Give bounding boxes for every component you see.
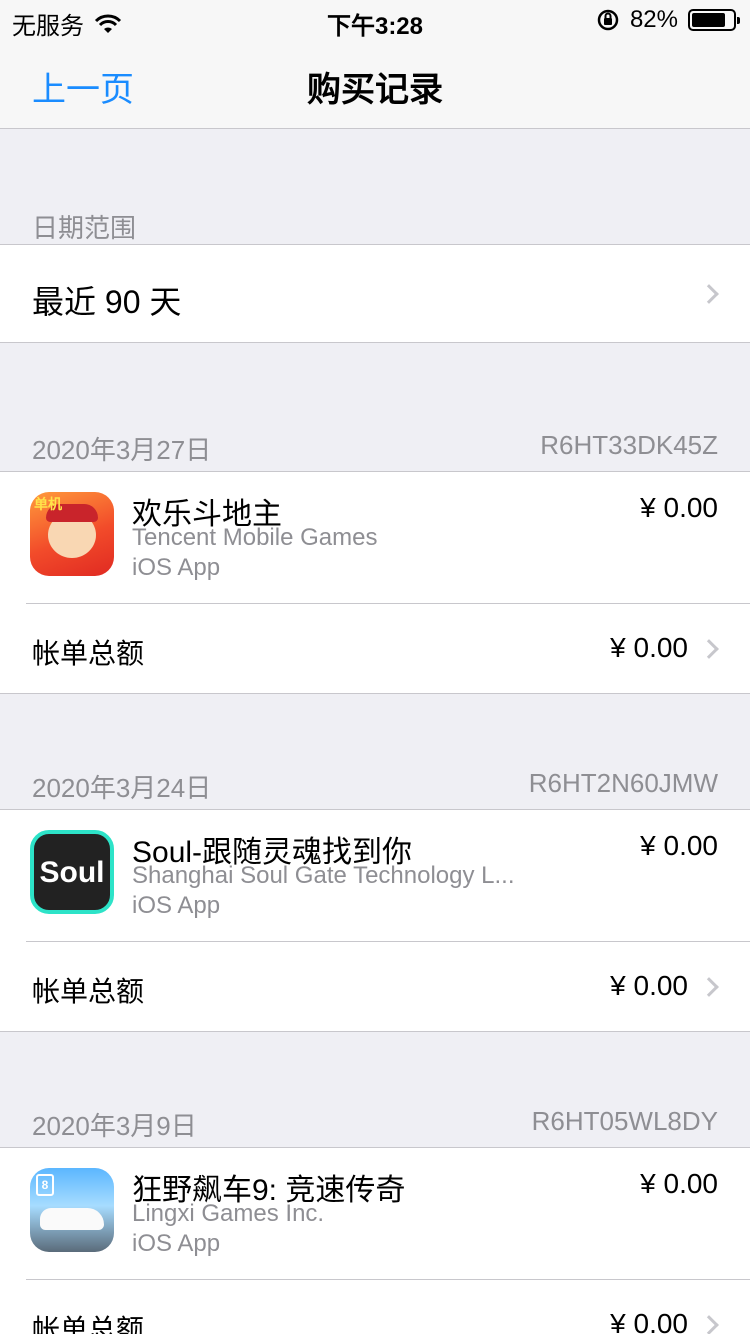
app-kind: iOS App [132, 554, 221, 581]
chevron-right-icon [699, 639, 719, 659]
order-id: R6HT05WL8DY [531, 1106, 718, 1136]
chevron-right-icon [699, 284, 719, 304]
purchase-date-header: 2020年3月24日 R6HT2N60JMW [0, 768, 750, 808]
bill-total-value: ¥ 0.00 [610, 970, 688, 1001]
app-kind: iOS App [132, 892, 221, 919]
bill-total-label: 帐单总额 [32, 638, 145, 669]
bill-total-label: 帐单总额 [32, 1314, 145, 1334]
page-title: 购买记录 [307, 71, 443, 109]
battery-fill [692, 13, 725, 27]
bill-total-label: 帐单总额 [32, 976, 145, 1007]
car-icon [40, 1208, 104, 1230]
date-range-header-label: 日期范围 [32, 213, 137, 243]
purchase-date: 2020年3月9日 [32, 1111, 197, 1141]
purchase-date: 2020年3月27日 [32, 435, 212, 465]
app-icon-tag: 单机 [34, 496, 62, 512]
bill-total-value: ¥ 0.00 [610, 632, 688, 663]
purchase-app-row[interactable]: 8 狂野飙车9: 竞速传奇 Lingxi Games Inc. iOS App … [0, 1148, 750, 1279]
app-kind: iOS App [132, 1230, 221, 1257]
bill-total-value: ¥ 0.00 [610, 1308, 688, 1334]
purchase-date: 2020年3月24日 [32, 773, 212, 803]
battery-percent: 82% [629, 6, 678, 33]
bill-total-row[interactable]: 帐单总额 ¥ 0.00 [0, 1280, 750, 1334]
date-range-header: 日期范围 [0, 208, 750, 248]
app-price: ¥ 0.00 [640, 492, 718, 523]
app-developer: Lingxi Games Inc. [132, 1200, 325, 1227]
navigation-bar: 上一页 购买记录 [0, 40, 750, 129]
status-bar: 无服务 下午3:28 82% [0, 0, 750, 40]
bill-total-row[interactable]: 帐单总额 ¥ 0.00 [0, 604, 750, 693]
chevron-right-icon [699, 977, 719, 997]
purchase-card: Soul Soul-跟随灵魂找到你 Shanghai Soul Gate Tec… [0, 809, 750, 1032]
soul-app-icon: Soul [30, 830, 114, 914]
app-developer: Shanghai Soul Gate Technology L... [132, 862, 515, 889]
date-range-cell[interactable]: 最近 90 天 [0, 244, 750, 343]
battery-icon [688, 9, 740, 31]
app-developer: Tencent Mobile Games [132, 524, 378, 551]
app-price: ¥ 0.00 [640, 1168, 718, 1199]
app-price: ¥ 0.00 [640, 830, 718, 861]
purchase-app-row[interactable]: 单机 欢乐斗地主 Tencent Mobile Games iOS App ¥ … [0, 472, 750, 603]
purchase-app-row[interactable]: Soul Soul-跟随灵魂找到你 Shanghai Soul Gate Tec… [0, 810, 750, 941]
purchase-card: 8 狂野飙车9: 竞速传奇 Lingxi Games Inc. iOS App … [0, 1147, 750, 1334]
purchase-date-header: 2020年3月9日 R6HT05WL8DY [0, 1106, 750, 1146]
purchase-card: 单机 欢乐斗地主 Tencent Mobile Games iOS App ¥ … [0, 471, 750, 694]
status-right: 82% [596, 6, 740, 34]
doudizhu-app-icon: 单机 [30, 492, 114, 576]
rating-badge-icon: 8 [36, 1174, 54, 1196]
order-id: R6HT33DK45Z [540, 430, 718, 460]
chevron-right-icon [699, 1315, 719, 1334]
order-id: R6HT2N60JMW [528, 768, 718, 798]
asphalt-app-icon: 8 [30, 1168, 114, 1252]
date-range-value: 最近 90 天 [32, 284, 182, 320]
bill-total-row[interactable]: 帐单总额 ¥ 0.00 [0, 942, 750, 1031]
purchase-date-header: 2020年3月27日 R6HT33DK45Z [0, 430, 750, 470]
soul-logo-text: Soul [39, 856, 105, 889]
orientation-lock-icon [597, 9, 619, 31]
